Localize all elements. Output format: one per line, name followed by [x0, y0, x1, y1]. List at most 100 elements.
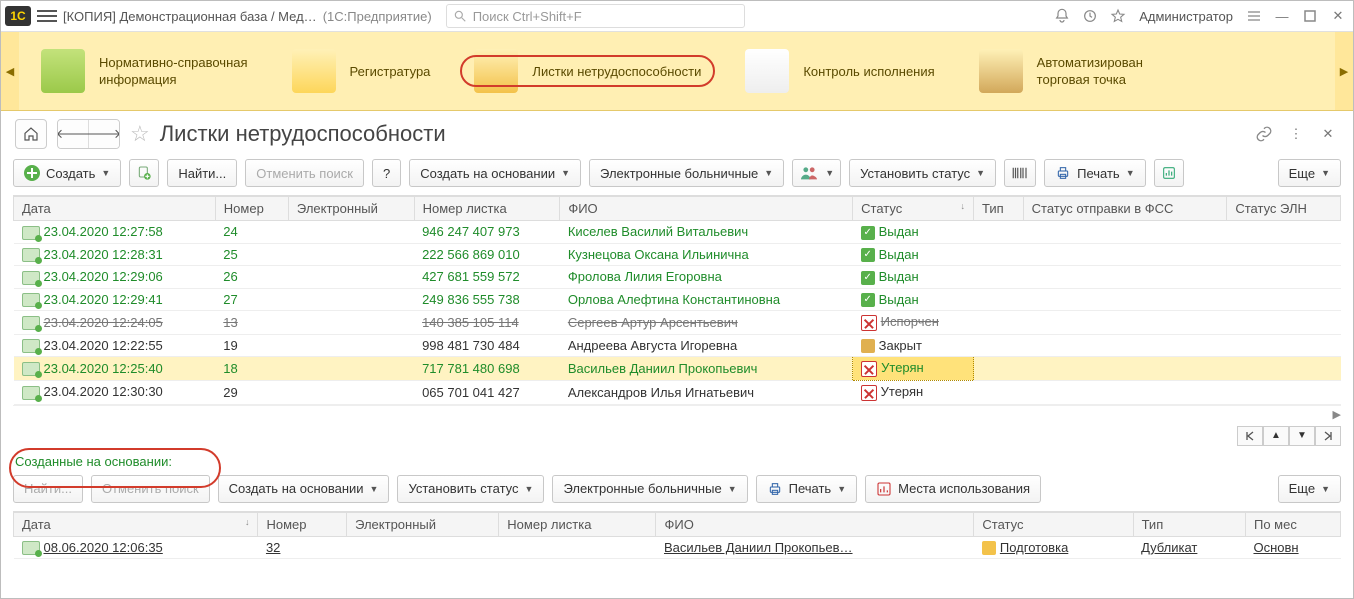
section-reg[interactable]: Регистратура	[270, 49, 453, 93]
favorite-star-icon[interactable]: ☆	[130, 121, 150, 147]
column-header[interactable]: Номер	[258, 512, 347, 536]
document-icon	[22, 362, 40, 376]
nav-back-button[interactable]: 🡐	[58, 120, 89, 148]
page-close-icon[interactable]: ✕	[1317, 123, 1339, 145]
column-header[interactable]: Номер	[215, 197, 288, 221]
column-header[interactable]: Тип	[1133, 512, 1245, 536]
more-button[interactable]: Еще▼	[1278, 159, 1341, 187]
app-window: 1С [КОПИЯ] Демонстрационная база / Мед… …	[0, 0, 1354, 599]
column-header[interactable]: ФИО	[560, 197, 853, 221]
column-header[interactable]: По мес	[1245, 512, 1340, 536]
bell-icon[interactable]	[1051, 5, 1073, 27]
eln-button[interactable]: Электронные больничные▼	[589, 159, 784, 187]
column-header[interactable]: Статус	[974, 512, 1133, 536]
table-row[interactable]: 23.04.2020 12:22:5519998 481 730 484Андр…	[14, 334, 1341, 357]
section-books[interactable]: Нормативно-справочнаяинформация	[19, 49, 270, 93]
table-row[interactable]: 23.04.2020 12:28:3125222 566 869 010Кузн…	[14, 243, 1341, 266]
column-header[interactable]: Номер листка	[499, 512, 656, 536]
home-button[interactable]	[15, 119, 47, 149]
nav-down[interactable]: ▼	[1289, 426, 1315, 446]
h-scrollbar[interactable]: ▶	[13, 405, 1341, 424]
create-based-button[interactable]: Создать на основании▼	[409, 159, 581, 187]
column-header[interactable]: Статус↓	[853, 197, 974, 221]
column-header[interactable]: Электронный	[288, 197, 414, 221]
document-icon	[22, 293, 40, 307]
status-icon	[861, 361, 877, 377]
nav-forward-button[interactable]: 🡒	[89, 120, 119, 148]
link-icon[interactable]	[1253, 123, 1275, 145]
print-button[interactable]: Печать▼	[1044, 159, 1146, 187]
sub-cancel-button[interactable]: Отменить поиск	[91, 475, 210, 503]
sub-table-wrap: Дата↓НомерЭлектронныйНомер листкаФИОСтат…	[13, 511, 1341, 560]
page-menu-icon[interactable]: ⋮	[1285, 123, 1307, 145]
find-button[interactable]: Найти...	[167, 159, 237, 187]
minimize-button[interactable]: —	[1271, 5, 1293, 27]
column-header[interactable]: Статус ЭЛН	[1227, 197, 1341, 221]
table-row[interactable]: 23.04.2020 12:24:0513140 385 105 114Серг…	[14, 311, 1341, 335]
create-copy-button[interactable]	[129, 159, 159, 187]
close-button[interactable]: ✕	[1327, 5, 1349, 27]
column-header[interactable]: Электронный	[347, 512, 499, 536]
people-button[interactable]: ▼	[792, 159, 841, 187]
table-row[interactable]: 23.04.2020 12:29:4127249 836 555 738Орло…	[14, 288, 1341, 311]
document-icon	[22, 271, 40, 285]
section-label: Регистратура	[350, 63, 431, 80]
section-atm[interactable]: Автоматизированторговая точка	[957, 49, 1165, 93]
column-header[interactable]: Дата	[14, 197, 216, 221]
nav-last[interactable]	[1315, 426, 1341, 446]
report-button[interactable]	[1154, 159, 1184, 187]
global-search-input[interactable]: Поиск Ctrl+Shift+F	[446, 4, 746, 28]
column-header[interactable]: Статус отправки в ФСС	[1023, 197, 1227, 221]
maximize-button[interactable]	[1299, 5, 1321, 27]
section-ctrl[interactable]: Контроль исполнения	[723, 49, 956, 93]
sub-print-button[interactable]: Печать▼	[756, 475, 858, 503]
current-user[interactable]: Администратор	[1135, 9, 1237, 24]
sub-create-based-button[interactable]: Создать на основании▼	[218, 475, 390, 503]
section-label: Контроль исполнения	[803, 63, 934, 80]
set-status-button[interactable]: Установить статус▼	[849, 159, 996, 187]
sub-table[interactable]: Дата↓НомерЭлектронныйНомер листкаФИОСтат…	[13, 512, 1341, 560]
sub-eln-button[interactable]: Электронные больничные▼	[552, 475, 747, 503]
section-icon	[41, 49, 85, 93]
status-icon	[861, 339, 875, 353]
sections-scroll-left[interactable]: ◀	[1, 32, 19, 110]
status-icon	[861, 226, 875, 240]
sections-scroll-right[interactable]: ▶	[1335, 32, 1353, 110]
sections-bar: ◀ Нормативно-справочнаяинформация Регистр…	[1, 32, 1353, 111]
page-header: 🡐 🡒 ☆ Листки нетрудоспособности ⋮ ✕	[1, 111, 1353, 155]
column-header[interactable]: Номер листка	[414, 197, 560, 221]
sub-more-button[interactable]: Еще▼	[1278, 475, 1341, 503]
chart-icon	[876, 481, 892, 497]
create-button[interactable]: Создать▼	[13, 159, 121, 187]
nav-first[interactable]	[1237, 426, 1263, 446]
barcode-button[interactable]	[1004, 159, 1036, 187]
table-row[interactable]: 23.04.2020 12:30:3029065 701 041 427Алек…	[14, 380, 1341, 404]
document-icon	[22, 339, 40, 353]
history-icon[interactable]	[1079, 5, 1101, 27]
copy-plus-icon	[136, 165, 152, 181]
column-header[interactable]: ФИО	[656, 512, 974, 536]
star-icon[interactable]	[1107, 5, 1129, 27]
main-toolbar: Создать▼ Найти... Отменить поиск ? Созда…	[1, 155, 1353, 195]
sub-find-button[interactable]: Найти...	[13, 475, 83, 503]
status-icon	[861, 248, 875, 262]
table-row[interactable]: 23.04.2020 12:27:5824946 247 407 973Кисе…	[14, 221, 1341, 244]
barcode-icon	[1011, 165, 1029, 181]
section-icon	[979, 49, 1023, 93]
main-menu-button[interactable]	[37, 6, 57, 26]
table-nav: ▲ ▼	[13, 426, 1341, 446]
table-row[interactable]: 08.06.2020 12:06:3532Васильев Даниил Про…	[14, 536, 1341, 559]
table-row[interactable]: 23.04.2020 12:29:0626427 681 559 572Фрол…	[14, 266, 1341, 289]
settings-lines-icon[interactable]	[1243, 5, 1265, 27]
status-icon	[861, 271, 875, 285]
cancel-search-button[interactable]: Отменить поиск	[245, 159, 364, 187]
section-sheets[interactable]: Листки нетрудоспособности	[452, 49, 723, 93]
help-button[interactable]: ?	[372, 159, 401, 187]
sub-usage-button[interactable]: Места использования	[865, 475, 1041, 503]
sub-set-status-button[interactable]: Установить статус▼	[397, 475, 544, 503]
table-row[interactable]: 23.04.2020 12:25:4018717 781 480 698Васи…	[14, 357, 1341, 381]
column-header[interactable]: Дата↓	[14, 512, 258, 536]
main-table[interactable]: ДатаНомерЭлектронныйНомер листкаФИОСтату…	[13, 196, 1341, 405]
nav-up[interactable]: ▲	[1263, 426, 1289, 446]
column-header[interactable]: Тип	[974, 197, 1024, 221]
